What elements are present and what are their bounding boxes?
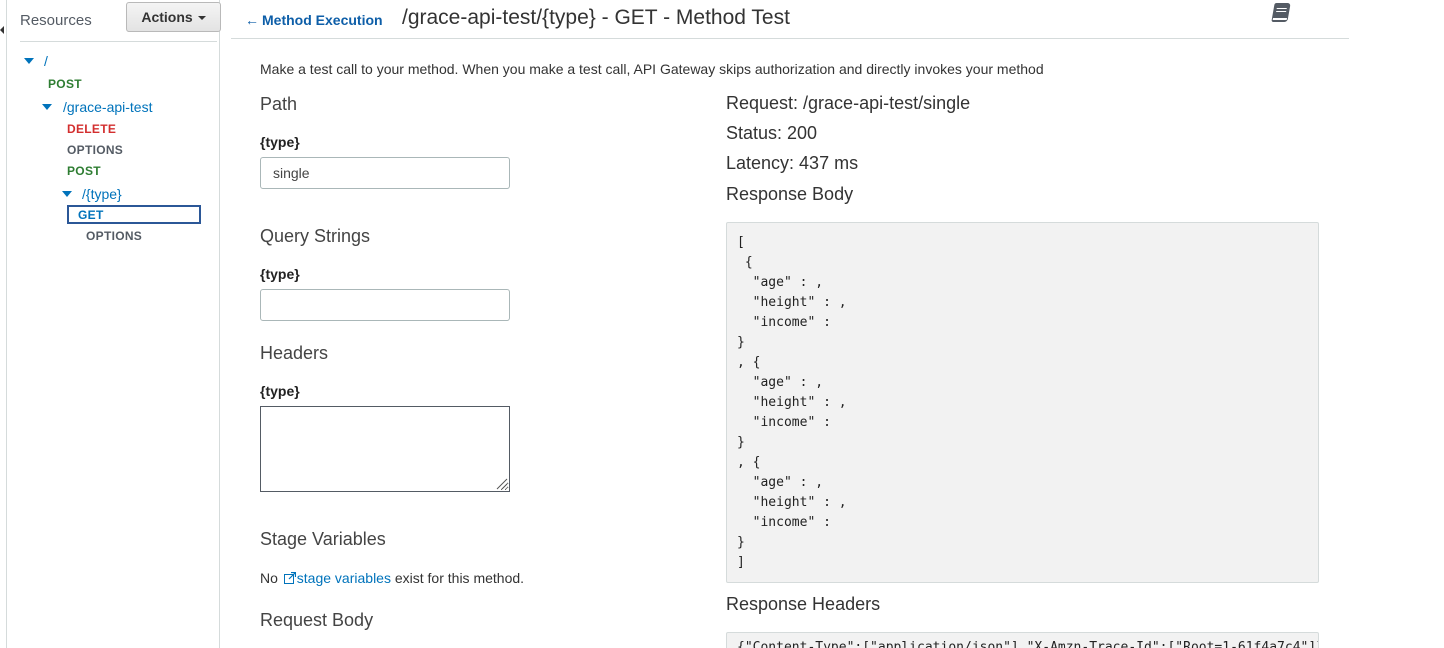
sidebar-collapse-strip[interactable] — [0, 0, 7, 648]
method-test-page: Resources Actions / POST /grace-api-test… — [0, 0, 1444, 648]
tree-toggle-grace-api-test[interactable] — [42, 104, 52, 110]
response-headers-heading: Response Headers — [726, 594, 881, 614]
page-title: /grace-api-test/{type} - GET - Method Te… — [402, 6, 790, 29]
intro-text: Make a test call to your method. When yo… — [260, 61, 1044, 77]
stage-note-prefix: No — [260, 570, 278, 586]
tree-method-type-options[interactable]: OPTIONS — [86, 229, 142, 243]
tree-node-type[interactable]: /{type} — [82, 186, 122, 202]
actions-button[interactable]: Actions — [126, 2, 221, 32]
query-param-label: {type} — [260, 266, 300, 282]
stage-variables-link[interactable]: stage variables — [297, 570, 391, 586]
tree-node-root[interactable]: / — [44, 53, 48, 69]
path-heading: Path — [260, 94, 298, 114]
status-line: Status: 200 — [726, 123, 818, 143]
arrow-left-icon: ← — [245, 12, 259, 28]
page-header: ← Method Execution /grace-api-test/{type}… — [231, 0, 1349, 39]
caret-left-icon[interactable] — [0, 26, 4, 34]
actions-label: Actions — [141, 9, 193, 25]
stage-variables-note: No stage variables exist for this method… — [260, 570, 524, 586]
resources-sidebar: Resources Actions — [8, 0, 221, 648]
headers-type-textarea[interactable] — [260, 406, 510, 492]
headers-heading: Headers — [260, 343, 329, 363]
tree-method-root-post[interactable]: POST — [48, 77, 82, 91]
method-execution-back-link[interactable]: ← Method Execution — [245, 12, 383, 28]
query-type-input[interactable] — [260, 289, 510, 321]
response-body-text: [ { "age" : , "height" : , "income" : } … — [737, 235, 847, 570]
response-body-box[interactable]: [ { "age" : , "height" : , "income" : } … — [726, 222, 1319, 583]
tree-method-get[interactable]: GET — [78, 208, 104, 222]
tree-toggle-root[interactable] — [24, 58, 34, 64]
response-headers-box[interactable]: {"Content-Type":["application/json"],"X-… — [726, 632, 1319, 648]
headers-param-label: {type} — [260, 383, 300, 399]
request-body-heading: Request Body — [260, 610, 374, 630]
tree-node-grace-api-test[interactable]: /grace-api-test — [63, 99, 152, 115]
back-link-label: Method Execution — [262, 12, 383, 28]
book-icon[interactable] — [1271, 3, 1291, 22]
tree-toggle-type[interactable] — [62, 191, 72, 197]
sidebar-title: Resources — [20, 12, 92, 29]
path-param-label: {type} — [260, 134, 300, 150]
response-headers-text: {"Content-Type":["application/json"],"X-… — [737, 640, 1319, 648]
tree-method-post[interactable]: POST — [67, 164, 101, 178]
tree-method-delete[interactable]: DELETE — [67, 122, 116, 136]
selected-method-get[interactable]: GET — [67, 205, 201, 224]
stage-variables-heading: Stage Variables — [260, 529, 386, 549]
stage-note-suffix: exist for this method. — [394, 570, 525, 586]
path-type-input[interactable] — [260, 157, 510, 189]
query-strings-heading: Query Strings — [260, 226, 371, 246]
tree-method-options[interactable]: OPTIONS — [67, 143, 123, 157]
external-link-icon[interactable] — [283, 572, 296, 584]
response-body-heading: Response Body — [726, 184, 854, 204]
latency-line: Latency: 437 ms — [726, 153, 859, 173]
sidebar-header: Resources Actions — [20, 0, 221, 42]
caret-down-icon — [197, 16, 206, 21]
request-line: Request: /grace-api-test/single — [726, 93, 971, 113]
